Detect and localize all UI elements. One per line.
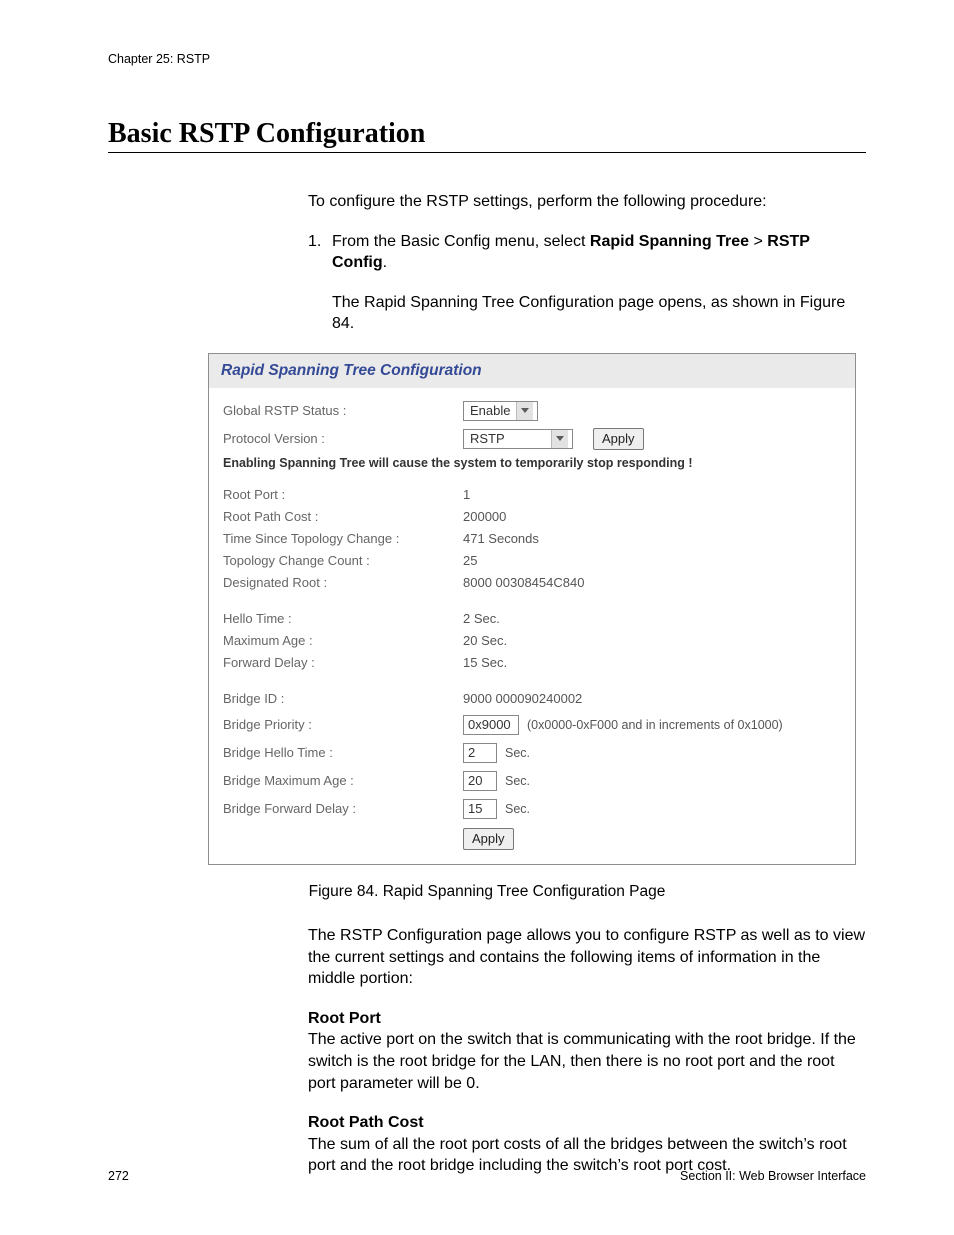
label-bridge-id: Bridge ID : — [223, 691, 463, 706]
panel-title: Rapid Spanning Tree Configuration — [209, 354, 855, 388]
value-hello-time: 2 Sec. — [463, 611, 500, 626]
unit-bridge-fwd: Sec. — [505, 802, 530, 816]
value-max-age: 20 Sec. — [463, 633, 507, 648]
value-fwd-delay: 15 Sec. — [463, 655, 507, 670]
label-bridge-fwd: Bridge Forward Delay : — [223, 801, 463, 816]
title-rule — [108, 152, 866, 153]
step-number: 1. — [308, 231, 332, 274]
screenshot-panel: Rapid Spanning Tree Configuration Global… — [208, 353, 856, 865]
after-figure-text: The RSTP Configuration page allows you t… — [308, 925, 866, 990]
apply-bridge-button[interactable]: Apply — [463, 828, 514, 850]
figure-caption: Figure 84. Rapid Spanning Tree Configura… — [108, 883, 866, 901]
select-global-status[interactable]: Enable — [463, 401, 538, 421]
input-bridge-fwd[interactable]: 15 — [463, 799, 497, 819]
label-root-path-cost: Root Path Cost : — [223, 509, 463, 524]
running-header: Chapter 25: RSTP — [108, 52, 866, 66]
label-topo-change: Time Since Topology Change : — [223, 531, 463, 546]
value-root-path-cost: 200000 — [463, 509, 506, 524]
select-protocol-value: RSTP — [470, 431, 505, 446]
step-1: 1. From the Basic Config menu, select Ra… — [308, 231, 866, 274]
root-path-cost-block: Root Path Cost The sum of all the root p… — [308, 1112, 866, 1177]
label-bridge-priority: Bridge Priority : — [223, 717, 463, 732]
input-bridge-hello[interactable]: 2 — [463, 743, 497, 763]
root-path-cost-heading: Root Path Cost — [308, 1114, 424, 1131]
root-port-block: Root Port The active port on the switch … — [308, 1008, 866, 1094]
root-port-heading: Root Port — [308, 1010, 381, 1027]
label-fwd-delay: Forward Delay : — [223, 655, 463, 670]
input-bridge-max-age[interactable]: 20 — [463, 771, 497, 791]
warning-text: Enabling Spanning Tree will cause the sy… — [223, 456, 841, 470]
label-max-age: Maximum Age : — [223, 633, 463, 648]
chevron-down-icon — [551, 430, 568, 448]
value-topo-change: 471 Seconds — [463, 531, 539, 546]
value-topo-count: 25 — [463, 553, 477, 568]
menu-path-1: Rapid Spanning Tree — [590, 233, 749, 250]
unit-bridge-hello: Sec. — [505, 746, 530, 760]
label-bridge-max-age: Bridge Maximum Age : — [223, 773, 463, 788]
page-number: 272 — [108, 1169, 129, 1183]
unit-bridge-max-age: Sec. — [505, 774, 530, 788]
select-global-status-value: Enable — [470, 403, 510, 418]
input-bridge-priority[interactable]: 0x9000 — [463, 715, 519, 735]
section-label: Section II: Web Browser Interface — [680, 1169, 866, 1183]
label-root-port: Root Port : — [223, 487, 463, 502]
hint-bridge-priority: (0x0000-0xF000 and in increments of 0x10… — [527, 718, 783, 732]
value-bridge-id: 9000 000090240002 — [463, 691, 582, 706]
value-root-port: 1 — [463, 487, 470, 502]
page-title: Basic RSTP Configuration — [108, 118, 866, 150]
root-port-body: The active port on the switch that is co… — [308, 1029, 866, 1094]
label-topo-count: Topology Change Count : — [223, 553, 463, 568]
step-result: The Rapid Spanning Tree Configuration pa… — [332, 292, 866, 335]
intro-text: To configure the RSTP settings, perform … — [308, 191, 866, 213]
label-designated-root: Designated Root : — [223, 575, 463, 590]
label-protocol-version: Protocol Version : — [223, 431, 463, 446]
step-text-pre: From the Basic Config menu, select — [332, 233, 590, 250]
menu-path-sep: > — [749, 233, 767, 250]
label-bridge-hello: Bridge Hello Time : — [223, 745, 463, 760]
chevron-down-icon — [516, 402, 533, 420]
label-hello-time: Hello Time : — [223, 611, 463, 626]
value-designated-root: 8000 00308454C840 — [463, 575, 584, 590]
step-text-post: . — [383, 254, 387, 271]
apply-protocol-button[interactable]: Apply — [593, 428, 644, 450]
label-global-status: Global RSTP Status : — [223, 403, 463, 418]
select-protocol-version[interactable]: RSTP — [463, 429, 573, 449]
